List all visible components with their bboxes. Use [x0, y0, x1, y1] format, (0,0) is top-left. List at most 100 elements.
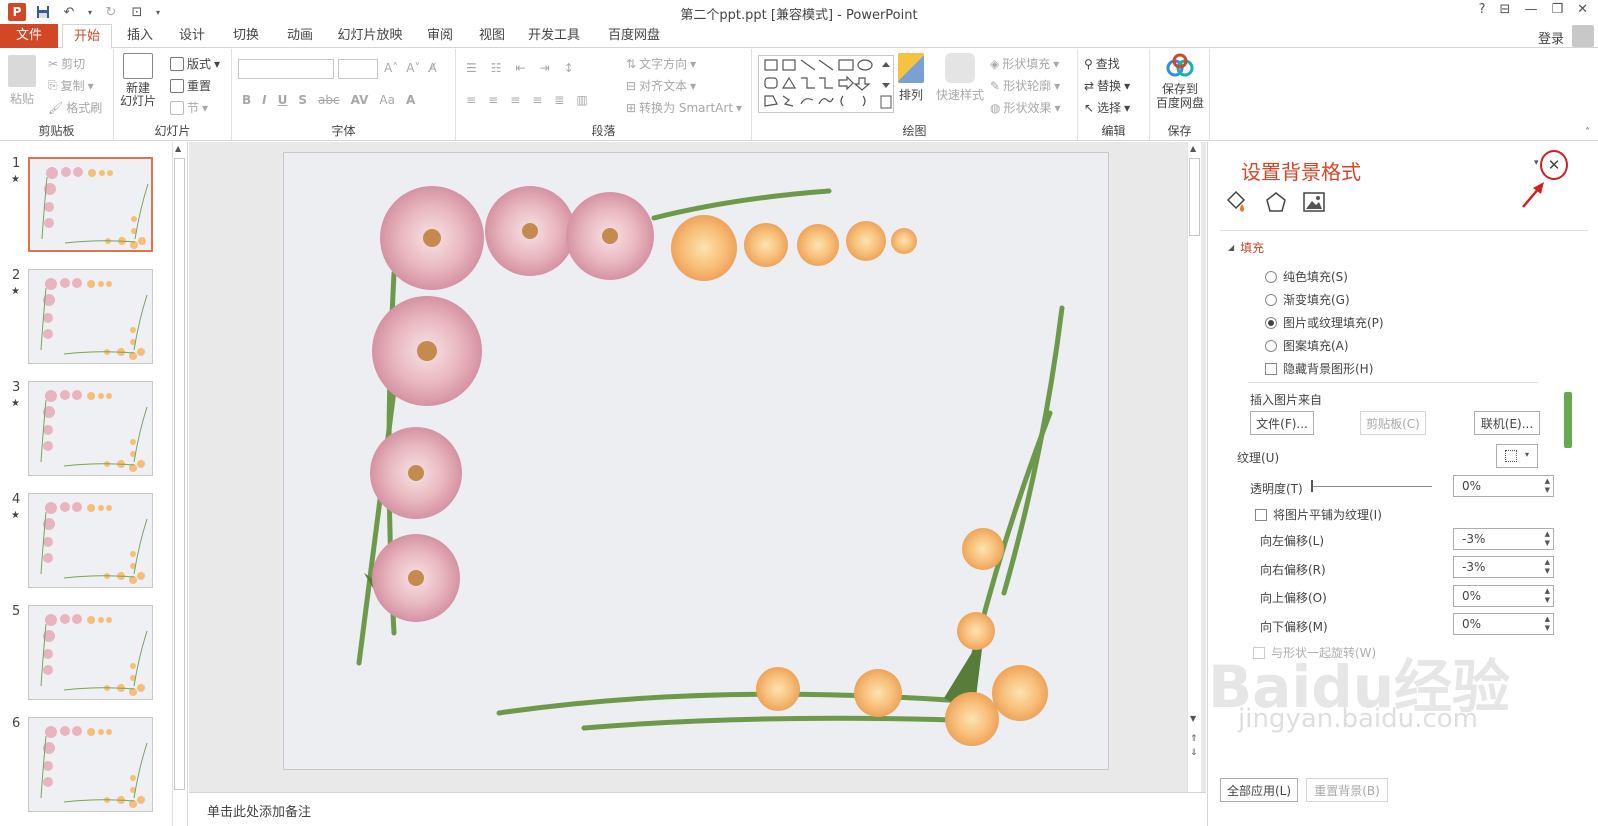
tab-home[interactable]: 开始 [62, 24, 112, 49]
underline-icon[interactable]: U [278, 93, 288, 107]
slide-thumbnail[interactable] [28, 269, 153, 364]
texture-picker[interactable]: ▾ [1496, 444, 1538, 468]
file-button[interactable]: 文件(F)... [1250, 411, 1314, 435]
next-slide-icon[interactable]: ⇓ [1190, 748, 1198, 758]
increase-indent-icon[interactable]: ⇥ [540, 61, 550, 75]
fill-section-header[interactable]: ◢ 填充 [1228, 239, 1264, 256]
tile-checkbox[interactable] [1255, 508, 1267, 521]
hide-graphics-option[interactable]: 隐藏背景图形(H) [1265, 360, 1373, 377]
spin-down-icon[interactable]: ▼ [1545, 539, 1550, 547]
spin-up-icon[interactable]: ▲ [1545, 530, 1550, 538]
text-direction-button[interactable]: ⇅ 文字方向 ▾ [626, 55, 696, 72]
slide-canvas[interactable] [283, 152, 1109, 770]
apply-all-button[interactable]: 全部应用(L) [1220, 778, 1298, 802]
copy-button[interactable]: ⎘ 复制 ▾ [48, 77, 94, 94]
online-button[interactable]: 联机(E)... [1474, 411, 1540, 435]
line-spacing-icon[interactable]: ↕ [564, 61, 574, 75]
slide-thumbnail[interactable] [28, 157, 153, 252]
numbering-icon[interactable]: ☷ [491, 61, 502, 75]
spin-up-icon[interactable]: ▲ [1545, 615, 1550, 623]
gradient-fill-radio[interactable] [1265, 293, 1277, 306]
offset-right-spinbox[interactable]: -3% ▲ ▼ [1453, 556, 1554, 578]
italic-icon[interactable]: I [262, 93, 266, 107]
shape-fill-button[interactable]: ◈ 形状填充 ▾ [990, 55, 1059, 72]
pane-scrollbar-thumb[interactable] [1564, 392, 1572, 448]
quick-styles-button[interactable]: 快速样式 [936, 53, 984, 103]
spin-up-icon[interactable]: ▲ [1545, 558, 1550, 566]
pane-options-icon[interactable]: ▾ [1534, 158, 1539, 168]
tab-review[interactable]: 审阅 [420, 24, 460, 48]
reset-background-button[interactable]: 重置背景(B) [1306, 778, 1388, 802]
slide-scroll-up-icon[interactable]: ▲ [1190, 144, 1196, 153]
tab-file[interactable]: 文件 [0, 24, 58, 48]
new-slide-button[interactable]: 新建 幻灯片 [120, 53, 156, 108]
format-painter-button[interactable]: 🖌 格式刷 [48, 99, 102, 116]
pattern-fill-radio[interactable] [1265, 339, 1277, 352]
clipboard-button[interactable]: 剪贴板(C) [1360, 411, 1426, 435]
section-button[interactable]: 节 ▾ [170, 99, 208, 116]
replace-button[interactable]: ⇄ 替换 ▾ [1084, 77, 1130, 94]
transparency-slider-thumb[interactable] [1311, 480, 1313, 492]
scroll-thumb[interactable] [174, 158, 185, 790]
bold-icon[interactable]: B [242, 93, 251, 107]
shadow-icon[interactable]: S [298, 93, 307, 107]
thumbnail-scrollbar[interactable]: ▲ [172, 142, 186, 826]
transparency-slider[interactable] [1312, 486, 1432, 487]
restore-icon[interactable]: ❐ [1551, 2, 1563, 17]
effects-tab-icon[interactable] [1264, 190, 1288, 214]
slide-scrollbar[interactable]: ▲ ▼ ⇑ ⇓ [1187, 142, 1201, 792]
paste-button[interactable]: 粘贴 [8, 55, 36, 107]
gradient-fill-option[interactable]: 渐变填充(G) [1265, 291, 1350, 308]
slide-scroll-thumb[interactable] [1189, 158, 1200, 236]
slide-thumbnail[interactable] [28, 605, 153, 700]
tab-insert[interactable]: 插入 [120, 24, 160, 48]
grow-font-icon[interactable]: A˄ [384, 61, 398, 75]
select-button[interactable]: ↖ 选择 ▾ [1084, 99, 1130, 116]
tab-developer[interactable]: 开发工具 [526, 24, 582, 48]
pane-close-button[interactable]: ✕ [1540, 150, 1568, 180]
tab-transitions[interactable]: 切换 [226, 24, 266, 48]
align-left-icon[interactable]: ≡ [466, 93, 476, 107]
slide-thumbnail[interactable] [28, 717, 153, 812]
shapes-gallery[interactable] [758, 55, 894, 113]
close-window-icon[interactable]: ✕ [1577, 2, 1588, 17]
collapse-ribbon-icon[interactable]: ˄ [1585, 127, 1590, 138]
scroll-up-icon[interactable]: ▲ [175, 144, 181, 153]
reset-button[interactable]: 重置 [170, 77, 211, 94]
picture-fill-option[interactable]: 图片或纹理填充(P) [1265, 314, 1384, 331]
layout-button[interactable]: 版式 ▾ [170, 55, 220, 72]
cut-button[interactable]: ✂ 剪切 [48, 55, 85, 72]
slide-thumbnail[interactable] [28, 493, 153, 588]
align-right-icon[interactable]: ≡ [510, 93, 520, 107]
tab-design[interactable]: 设计 [172, 24, 212, 48]
strikethrough-icon[interactable]: abc [318, 93, 340, 107]
fill-tab-icon[interactable] [1224, 190, 1248, 214]
char-spacing-icon[interactable]: AV [351, 93, 369, 107]
help-icon[interactable]: ? [1479, 2, 1486, 17]
distribute-icon[interactable]: ≣ [554, 93, 564, 107]
notes-area[interactable]: 单击此处添加备注 [189, 792, 1206, 826]
align-center-icon[interactable]: ≡ [488, 93, 498, 107]
change-case-icon[interactable]: Aa [379, 93, 395, 107]
solid-fill-radio[interactable] [1265, 270, 1277, 283]
transparency-spinbox[interactable]: 0% ▲ ▼ [1453, 475, 1554, 497]
tab-animations[interactable]: 动画 [280, 24, 320, 48]
minimize-icon[interactable]: — [1524, 2, 1537, 17]
justify-icon[interactable]: ≡ [532, 93, 542, 107]
arrange-button[interactable]: 排列 [898, 53, 924, 103]
save-baidu-button[interactable]: 保存到 百度网盘 [1156, 53, 1204, 110]
columns-icon[interactable]: ▥ [576, 93, 587, 107]
spin-down-icon[interactable]: ▼ [1545, 486, 1550, 494]
pattern-fill-option[interactable]: 图案填充(A) [1265, 337, 1349, 354]
clear-format-icon[interactable]: A̸ [428, 61, 436, 75]
offset-left-spinbox[interactable]: -3% ▲ ▼ [1453, 528, 1554, 550]
tab-view[interactable]: 视图 [472, 24, 512, 48]
bullets-icon[interactable]: ☰ [466, 61, 477, 75]
hide-graphics-checkbox[interactable] [1265, 362, 1277, 375]
picture-tab-icon[interactable] [1302, 190, 1326, 214]
solid-fill-option[interactable]: 纯色填充(S) [1265, 268, 1348, 285]
prev-slide-icon[interactable]: ⇑ [1190, 734, 1198, 744]
offset-top-spinbox[interactable]: 0% ▲ ▼ [1453, 585, 1554, 607]
slide-scroll-down-icon[interactable]: ▼ [1190, 714, 1196, 723]
spin-up-icon[interactable]: ▲ [1545, 587, 1550, 595]
